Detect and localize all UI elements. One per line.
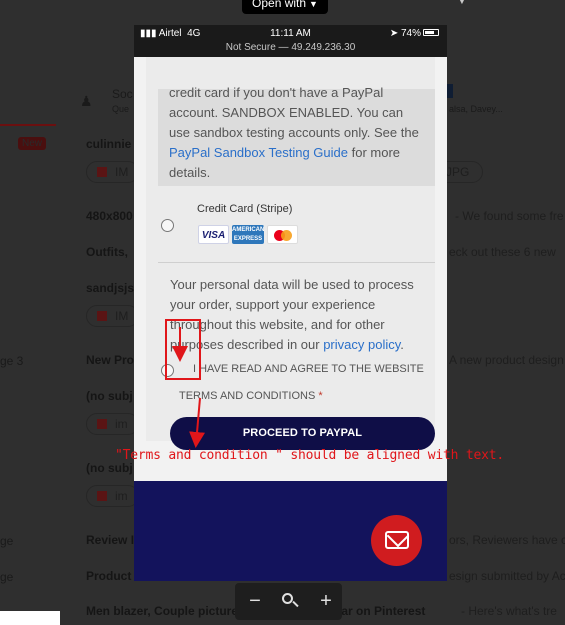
magnifier-icon	[282, 593, 293, 604]
zoom-out-button[interactable]: −	[243, 589, 267, 613]
annotation-arrows	[172, 327, 206, 448]
zoom-toolbar: − +	[235, 583, 342, 620]
annotation-arrow-note	[189, 397, 206, 448]
zoom-in-button[interactable]: +	[314, 589, 338, 613]
annotation-note: "Terms and condition " should be aligned…	[115, 448, 504, 463]
